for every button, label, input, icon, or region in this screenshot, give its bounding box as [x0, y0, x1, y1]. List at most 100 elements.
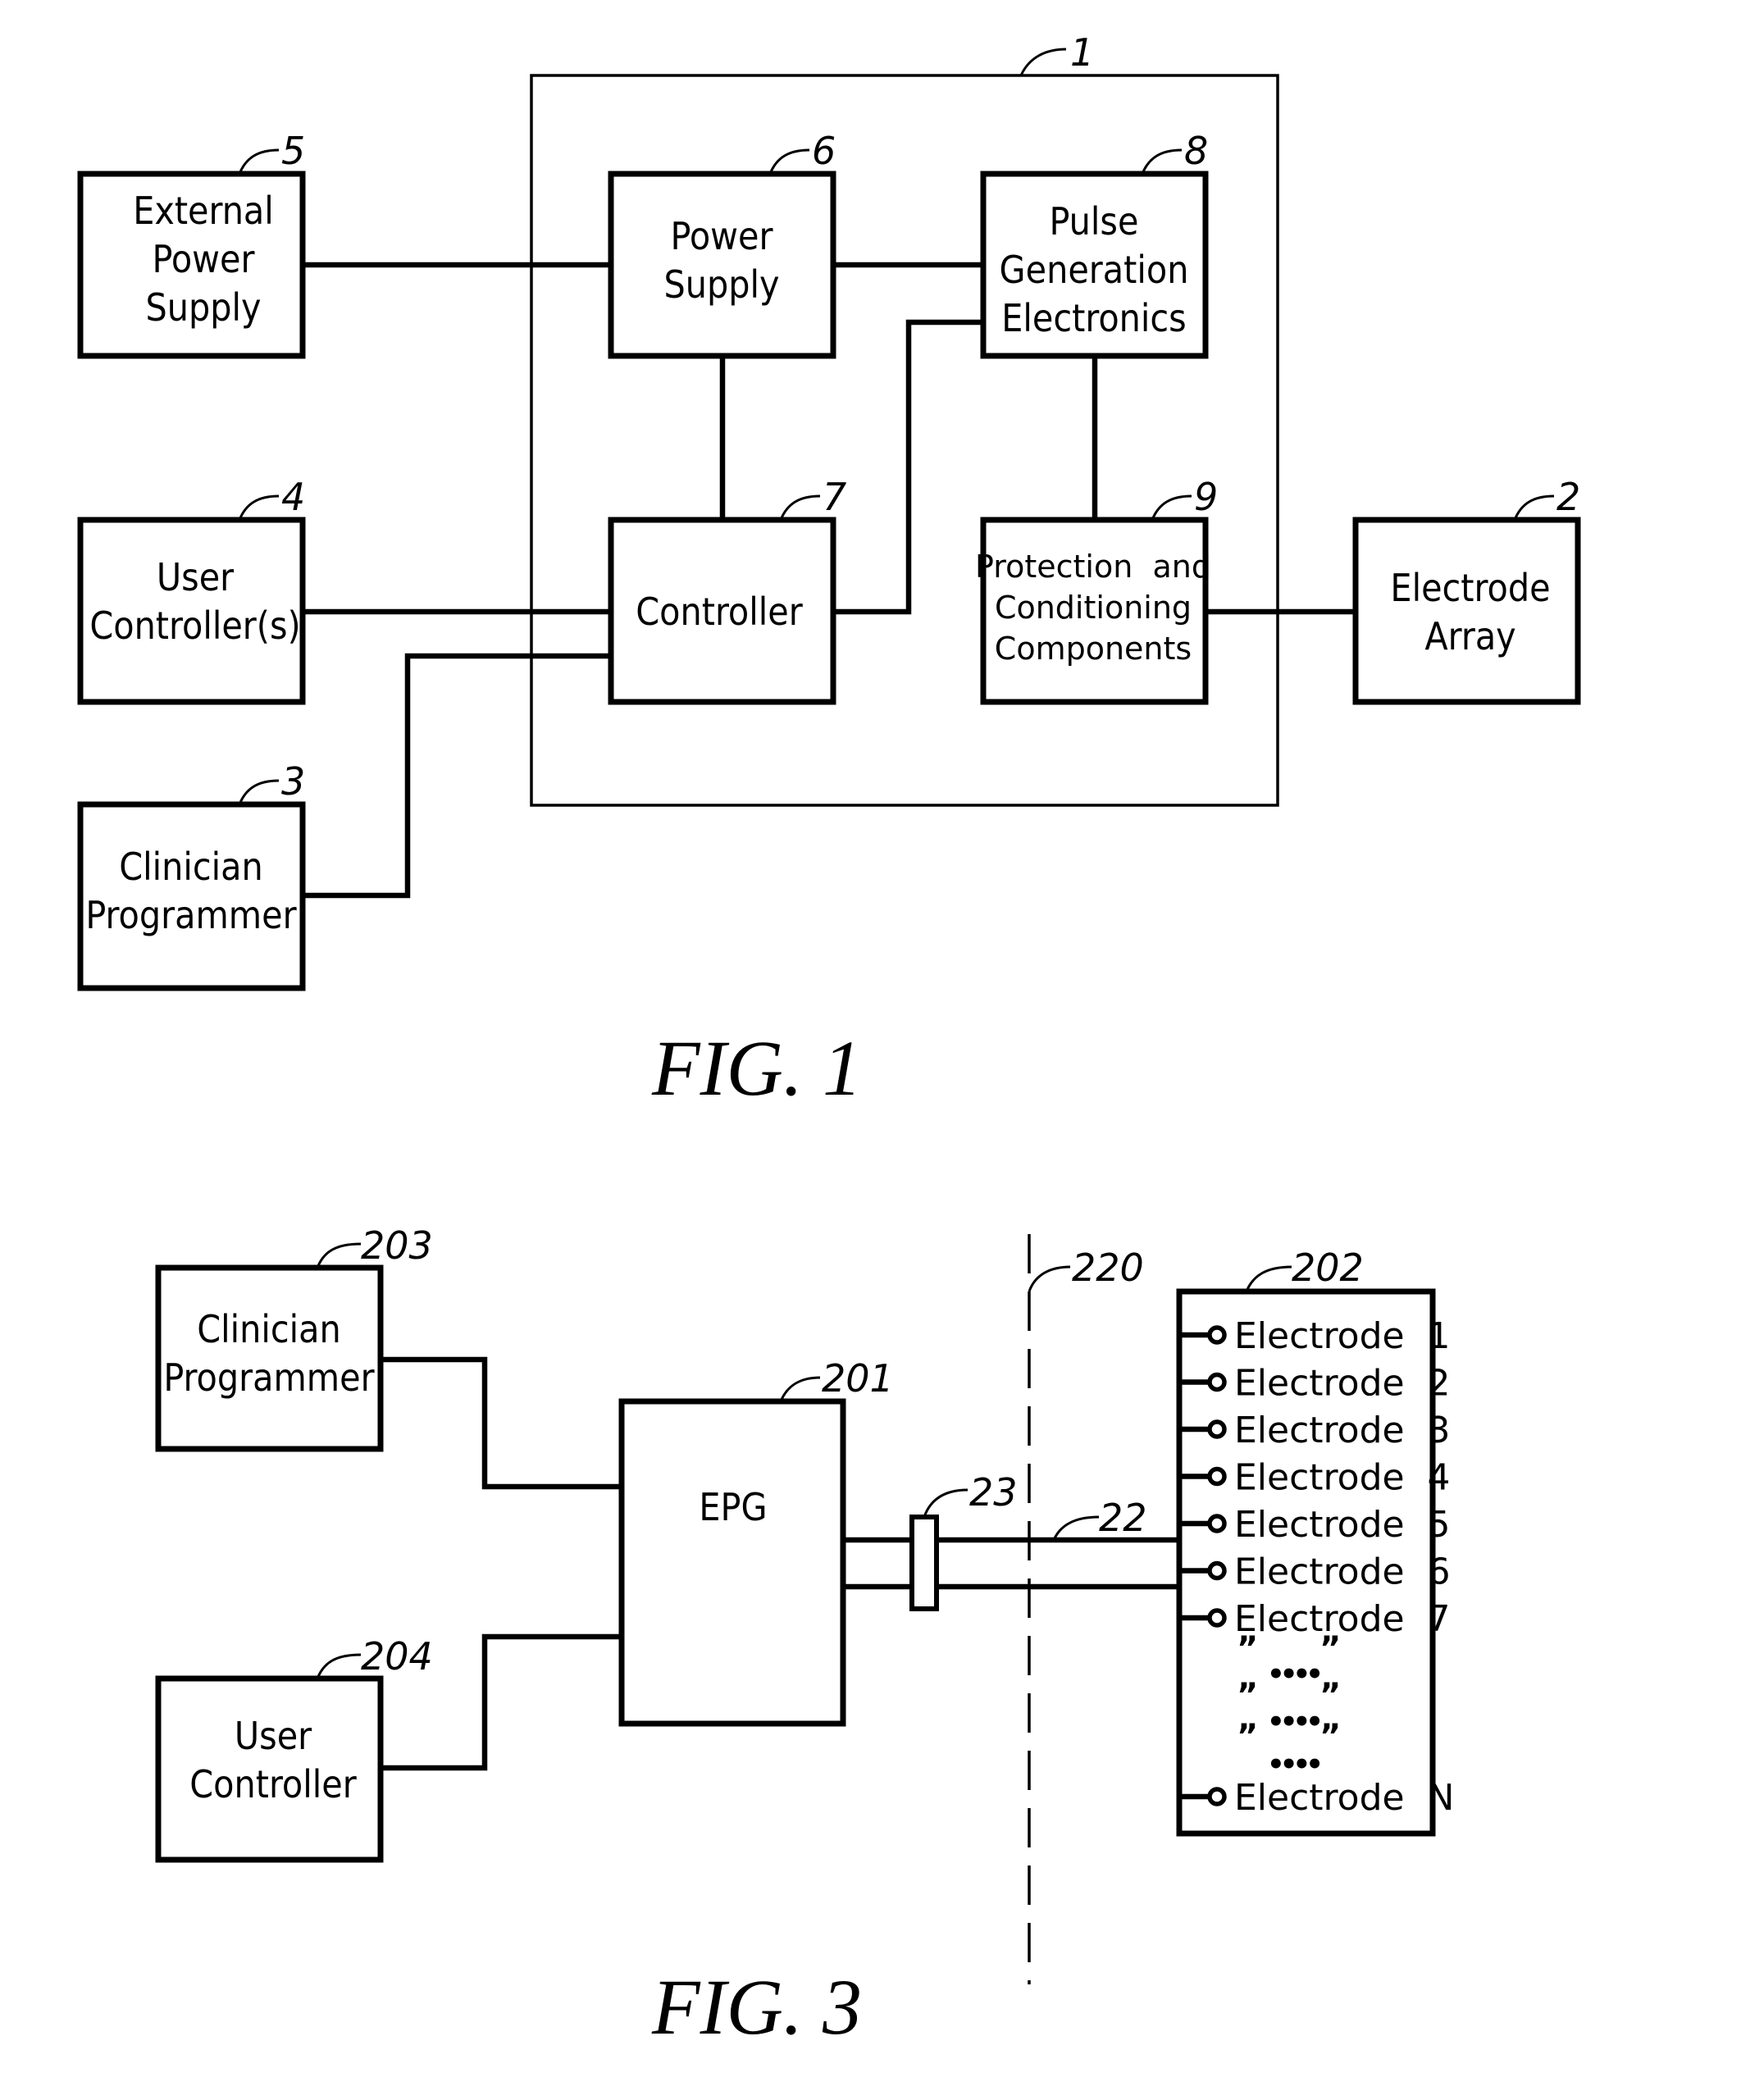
patent-drawing-sheet: 1 External Power Supply 5 Power Supply 6… [77, 30, 1581, 2051]
electrode-label: Electrode 7 [1234, 1598, 1451, 1640]
electrode-label: Electrode 4 [1234, 1457, 1451, 1499]
block-label-line: Power [671, 214, 774, 258]
ref-leader-23 [923, 1488, 968, 1518]
block-label-line: Supply [145, 285, 261, 330]
ref-number-23: 23 [969, 1470, 1018, 1515]
block-label-line: Protection and [975, 549, 1211, 585]
ref-number-2: 2 [1556, 475, 1580, 519]
block-clinician-programmer: Clinician Programmer 3 [77, 759, 306, 991]
block-label-line: Clinician [119, 845, 263, 889]
wire-clinician-programmer-to-epg [377, 1356, 625, 1490]
block-user-controller-204: User Controller 204 [155, 1634, 433, 1863]
continuation-dots: •••• [1267, 1658, 1319, 1691]
ref-number-5: 5 [281, 129, 305, 173]
ref-number-8: 8 [1184, 129, 1208, 173]
block-label-line: Controller(s) [89, 604, 300, 648]
electrode-terminal-icon [1207, 1466, 1227, 1487]
electrode-label: Electrode N [1234, 1777, 1454, 1819]
block-electrode-lead-202: 202 Electrode 1 Electrode 2 Electrode 3 Ele… [1176, 1246, 1454, 1837]
ref-leader-203 [316, 1242, 362, 1269]
ref-number-22: 22 [1099, 1496, 1147, 1540]
ref-leader-7 [779, 494, 821, 521]
block-label-line: Programmer [163, 1355, 375, 1400]
electrode-label: Electrode 1 [1234, 1315, 1451, 1357]
ref-leader-5 [238, 148, 280, 175]
block-label-line: Programmer [85, 893, 297, 937]
electrode-terminal-icon [1207, 1325, 1227, 1345]
ref-number-203: 203 [361, 1223, 433, 1268]
block-label-line: Clinician [197, 1307, 341, 1351]
block-label-line: Generation [1000, 248, 1189, 292]
continuation-quote-mark: ” [1237, 1630, 1258, 1668]
ref-leader-22 [1052, 1515, 1100, 1541]
wire-controller-to-pulse-gen [830, 319, 987, 615]
block-electrode-array: Electrode Array 2 [1352, 475, 1581, 705]
block-power-supply: Power Supply 6 [608, 129, 836, 359]
block-label-line: Conditioning [995, 590, 1192, 626]
block-label-line: External [133, 189, 274, 233]
ref-number-1: 1 [1070, 30, 1094, 75]
electrode-terminal-icon [1207, 1608, 1227, 1628]
ref-number-3: 3 [281, 759, 305, 804]
continuation-quote-mark: ” [1319, 1677, 1341, 1715]
block-label-line: Pulse [1050, 199, 1139, 244]
electrode-terminal-icon [1207, 1787, 1227, 1806]
ref-leader-220 [1028, 1265, 1071, 1292]
ref-number-204: 204 [361, 1634, 433, 1679]
figure-3: 220 22 23 Clinician Programmer 203 User … [155, 1223, 1454, 2051]
figure-1: 1 External Power Supply 5 Power Supply 6… [77, 30, 1581, 1112]
ref-number-202: 202 [1292, 1246, 1364, 1290]
block-pulse-generation-electronics: Pulse Generation Electronics 8 [980, 129, 1209, 359]
block-external-power-supply: External Power Supply 5 [77, 129, 306, 359]
electrode-label: Electrode 2 [1234, 1363, 1451, 1405]
continuation-quote-mark: ” [1237, 1677, 1258, 1715]
ref-leader-201 [779, 1376, 821, 1402]
ref-leader-202 [1245, 1265, 1292, 1292]
ref-leader-9 [1151, 494, 1192, 521]
continuation-quote-mark: ” [1319, 1630, 1341, 1668]
ref-number-4: 4 [281, 475, 305, 519]
connector-23 [909, 1515, 939, 1611]
epg-201-box [618, 1398, 846, 1727]
continuation-dots: •••• [1267, 1748, 1319, 1781]
block-controller: Controller 7 [608, 475, 846, 705]
ref-leader-1 [1019, 48, 1067, 76]
block-label-line: Components [995, 631, 1192, 667]
block-label-line: Controller [636, 590, 803, 634]
block-label-line: User [157, 555, 235, 599]
ref-leader-204 [316, 1653, 362, 1679]
ref-number-9: 9 [1194, 475, 1218, 519]
continuation-dots: •••• [1267, 1706, 1319, 1738]
ref-leader-3 [238, 779, 280, 805]
continuation-quote-mark: ” [1319, 1718, 1341, 1756]
figure-3-caption: FIG. 3 [651, 1963, 862, 2051]
electrode-terminal-icon [1207, 1419, 1227, 1439]
electrode-terminal-icon [1207, 1372, 1227, 1392]
block-label-line: Electrode [1390, 566, 1550, 610]
electrode-label: Electrode 6 [1234, 1551, 1451, 1593]
ref-leader-2 [1513, 494, 1555, 521]
electrode-terminal-icon [1207, 1514, 1227, 1533]
block-label-line: Array [1424, 614, 1515, 658]
block-clinician-programmer-203: Clinician Programmer 203 [155, 1223, 433, 1452]
ref-number-220: 220 [1072, 1246, 1144, 1290]
block-label-line: EPG [699, 1485, 767, 1529]
block-label-line: Controller [189, 1762, 357, 1806]
ref-leader-6 [768, 148, 810, 175]
block-label-line: Supply [663, 262, 779, 307]
block-label-line: Electronics [1001, 296, 1186, 340]
wire-clinician-programmer-to-controller [299, 653, 614, 899]
ref-leader-4 [238, 494, 280, 521]
electrode-array-box [1352, 517, 1581, 705]
block-user-controllers: User Controller(s) 4 [77, 475, 306, 705]
electrode-label: Electrode 3 [1234, 1410, 1451, 1451]
block-label-line: User [235, 1714, 312, 1758]
ref-number-6: 6 [812, 129, 836, 173]
electrode-label: Electrode 5 [1234, 1504, 1451, 1546]
ref-leader-8 [1141, 148, 1183, 175]
continuation-quote-mark: ” [1237, 1718, 1258, 1756]
ref-number-201: 201 [822, 1356, 894, 1401]
block-label-line: Power [153, 237, 256, 281]
electrode-terminal-icon [1207, 1560, 1227, 1581]
ref-number-7: 7 [823, 475, 846, 519]
